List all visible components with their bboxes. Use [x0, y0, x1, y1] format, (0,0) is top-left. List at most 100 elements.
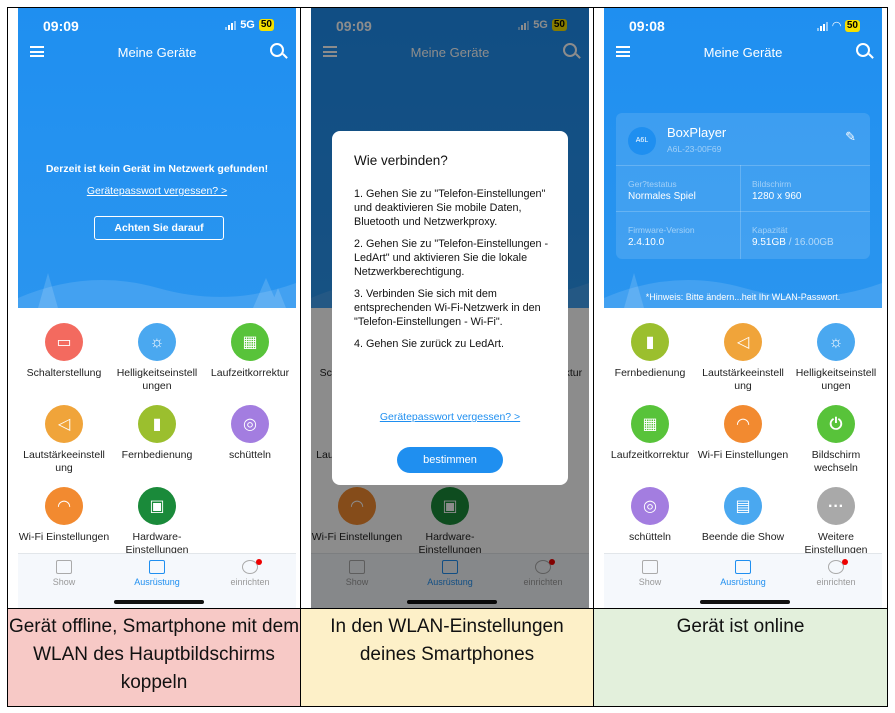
- trees-illustration: [604, 273, 882, 308]
- wifi-icon: ◠: [724, 405, 762, 443]
- calendar-icon: ▦: [231, 323, 269, 361]
- feature-item[interactable]: ◠ Wi-Fi Einstellungen: [697, 405, 789, 462]
- feature-label: Laufzeitkorrektur: [210, 367, 290, 379]
- feature-label: Lautstärkeeinstell ung: [702, 367, 784, 392]
- signal-indicator: 5G 50: [225, 19, 274, 31]
- shake-icon: ◎: [631, 487, 669, 525]
- stop-show-icon: ▤: [724, 487, 762, 525]
- instruction-step: 2. Gehen Sie zu "Telefon-Einstellungen -…: [354, 238, 549, 278]
- forgot-password-link[interactable]: Gerätepasswort vergessen? >: [332, 411, 568, 423]
- brightness-icon: ☼: [817, 323, 855, 361]
- device-name: BoxPlayer: [667, 125, 727, 140]
- tab-equipment[interactable]: Ausrüstung: [111, 560, 203, 587]
- feature-label: Helligkeitseinstell ungen: [116, 367, 198, 392]
- notice-button[interactable]: Achten Sie darauf: [94, 216, 224, 240]
- layers-icon: [642, 560, 658, 574]
- shake-icon: ◎: [231, 405, 269, 443]
- phone-screen: 09:09 5G 50 Meine Geräte ▭Schalterstellu: [311, 8, 589, 608]
- caption: Gerät offline, Smartphone mit dem WLAN d…: [8, 608, 300, 706]
- capacity-label: Kapazität: [752, 225, 788, 235]
- feature-item[interactable]: ▮ Fernbedienung: [111, 405, 203, 462]
- phone-screen: 09:09 5G 50 Meine Geräte Derzeit ist kei…: [18, 8, 296, 608]
- feature-item[interactable]: ◎ schütteln: [604, 487, 696, 544]
- feature-label: schütteln: [628, 531, 672, 543]
- battery-level: 50: [844, 19, 860, 32]
- device-header: A6L BoxPlayer A6L-23-00F69 ✎: [616, 113, 870, 166]
- feature-item[interactable]: ▣ Hardware-Einstellungen: [111, 487, 203, 557]
- calendar-icon: ▦: [631, 405, 669, 443]
- panel-online: 09:08 ◠ 50 Meine Geräte A6L BoxPlayer A6…: [594, 8, 887, 706]
- feature-item[interactable]: ··· Weitere Einstellungen: [790, 487, 882, 557]
- phone-screen: 09:08 ◠ 50 Meine Geräte A6L BoxPlayer A6…: [604, 8, 882, 608]
- feature-label: Lautstärkeeinstell ung: [23, 449, 105, 474]
- home-indicator: [700, 600, 790, 604]
- wifi-icon: ◠: [45, 487, 83, 525]
- tab-show[interactable]: Show: [18, 560, 110, 587]
- signal-icon: [817, 21, 829, 31]
- tab-label: einrichten: [816, 577, 856, 587]
- monitor-icon: [735, 560, 751, 574]
- feature-item[interactable]: ▦ Laufzeitkorrektur: [204, 323, 296, 380]
- remote-icon: ▮: [138, 405, 176, 443]
- feature-item[interactable]: ☼ Helligkeitseinstell ungen: [111, 323, 203, 393]
- monitor-icon: [149, 560, 165, 574]
- remote-icon: ▮: [631, 323, 669, 361]
- feature-item[interactable]: ▮ Fernbedienung: [604, 323, 696, 380]
- screen-value: 1280 x 960: [752, 191, 802, 202]
- feature-label: Fernbedienung: [614, 367, 686, 379]
- confirm-button[interactable]: bestimmen: [397, 447, 503, 473]
- instruction-step: 3. Verbinden Sie sich mit dem entspreche…: [354, 288, 541, 328]
- feature-label: schütteln: [228, 449, 272, 461]
- instruction-list: 1. Gehen Sie zu "Telefon-Einstellungen" …: [354, 187, 554, 359]
- wifi-status-icon: ◠: [832, 20, 841, 32]
- power-icon: ⏻: [817, 405, 855, 443]
- search-icon[interactable]: [856, 43, 870, 57]
- notification-dot: [842, 559, 848, 565]
- feature-grid: ▭ Schalterstellung ☼ Helligkeitseinstell un…: [18, 313, 296, 558]
- feature-label: Beende die Show: [701, 531, 785, 543]
- feature-item[interactable]: ☼ Helligkeitseinstell ungen: [790, 323, 882, 393]
- battery-level: 50: [258, 19, 274, 31]
- caption: Gerät ist online: [594, 608, 887, 706]
- tab-equipment[interactable]: Ausrüstung: [697, 560, 789, 587]
- feature-item[interactable]: ◠ Wi-Fi Einstellungen: [18, 487, 110, 544]
- connect-dialog: Wie verbinden? 1. Gehen Sie zu "Telefon-…: [332, 131, 568, 485]
- signal-icon: [225, 20, 237, 30]
- tab-settings[interactable]: einrichten: [204, 559, 296, 587]
- tab-label: Ausrüstung: [134, 577, 180, 587]
- instruction-step: 4. Gehen Sie zurück zu LedArt.: [354, 338, 505, 350]
- feature-item[interactable]: ◁ Lautstärkeeinstell ung: [697, 323, 789, 393]
- home-indicator: [114, 600, 204, 604]
- trees-illustration: [18, 273, 296, 308]
- dialog-title: Wie verbinden?: [354, 153, 448, 168]
- tab-label: Ausrüstung: [720, 577, 766, 587]
- panel-wifi-settings: 09:09 5G 50 Meine Geräte ▭Schalterstellu: [301, 8, 594, 706]
- device-status: Ger?testatus Normales Spiel: [628, 179, 738, 202]
- tab-settings[interactable]: einrichten: [790, 559, 882, 587]
- feature-item[interactable]: ▤ Beende die Show: [697, 487, 789, 544]
- feature-item[interactable]: ◁ Lautstärkeeinstell ung: [18, 405, 110, 475]
- tab-label: einrichten: [230, 577, 270, 587]
- feature-item[interactable]: ◎ schütteln: [204, 405, 296, 462]
- page-title: Meine Geräte: [117, 45, 197, 60]
- chip-icon: ▣: [138, 487, 176, 525]
- tab-show[interactable]: Show: [604, 560, 696, 587]
- feature-label: Helligkeitseinstell ungen: [795, 367, 877, 392]
- switch-icon: ▭: [45, 323, 83, 361]
- device-id: A6L-23-00F69: [667, 144, 722, 154]
- header-area: 09:08 ◠ 50 Meine Geräte A6L BoxPlayer A6…: [604, 8, 882, 308]
- feature-item[interactable]: ▦ Laufzeitkorrektur: [604, 405, 696, 462]
- feature-item[interactable]: ▭ Schalterstellung: [18, 323, 110, 380]
- edit-icon[interactable]: ✎: [845, 129, 856, 145]
- status-bar: 09:08 ◠ 50: [604, 18, 882, 36]
- instruction-step: 1. Gehen Sie zu "Telefon-Einstellungen" …: [354, 188, 546, 228]
- panel-offline: 09:09 5G 50 Meine Geräte Derzeit ist kei…: [8, 8, 301, 706]
- nav-bar: Meine Geräte: [604, 41, 882, 65]
- search-icon[interactable]: [270, 43, 284, 57]
- divider: [616, 211, 870, 212]
- feature-grid: ▮ Fernbedienung ◁ Lautstärkeeinstell ung ☼ He…: [604, 313, 882, 558]
- feature-label: Fernbedienung: [121, 449, 193, 461]
- no-device-message: Derzeit ist kein Gerät im Netzwerk gefun…: [45, 163, 269, 175]
- forgot-password-link[interactable]: Gerätepasswort vergessen? >: [18, 185, 296, 197]
- feature-item[interactable]: ⏻ Bildschirm wechseln: [790, 405, 882, 475]
